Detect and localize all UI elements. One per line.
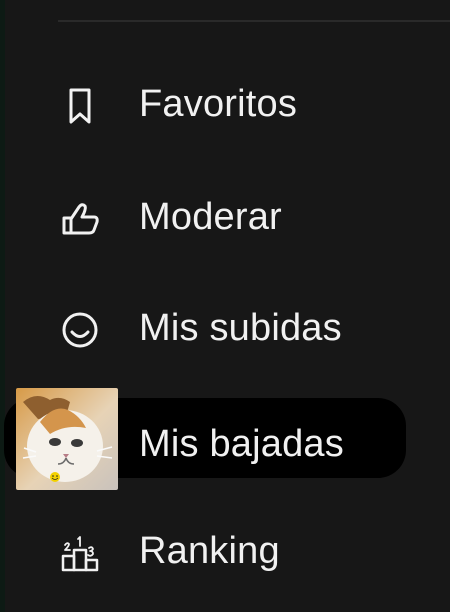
menu-item-ranking[interactable]: Ranking [0,511,450,591]
podium-icon [58,531,102,575]
thumbs-up-icon [58,197,102,241]
bookmark-icon [58,84,102,128]
menu-label-ranking: Ranking [139,530,280,572]
menu-label-moderar: Moderar [139,196,282,238]
menu-item-mis-subidas[interactable]: Mis subidas [0,288,450,368]
menu-divider [58,20,450,22]
menu-label-favoritos: Favoritos [139,83,298,125]
side-menu: Favoritos Moderar Mis subidas Mis bajada… [0,0,450,612]
menu-item-favoritos[interactable]: Favoritos [0,64,450,144]
smile-icon [58,308,102,352]
menu-item-mis-bajadas[interactable]: Mis bajadas [0,388,450,490]
menu-label-mis-subidas: Mis subidas [139,307,342,349]
menu-item-moderar[interactable]: Moderar [0,177,450,257]
menu-label-mis-bajadas: Mis bajadas [139,423,344,465]
